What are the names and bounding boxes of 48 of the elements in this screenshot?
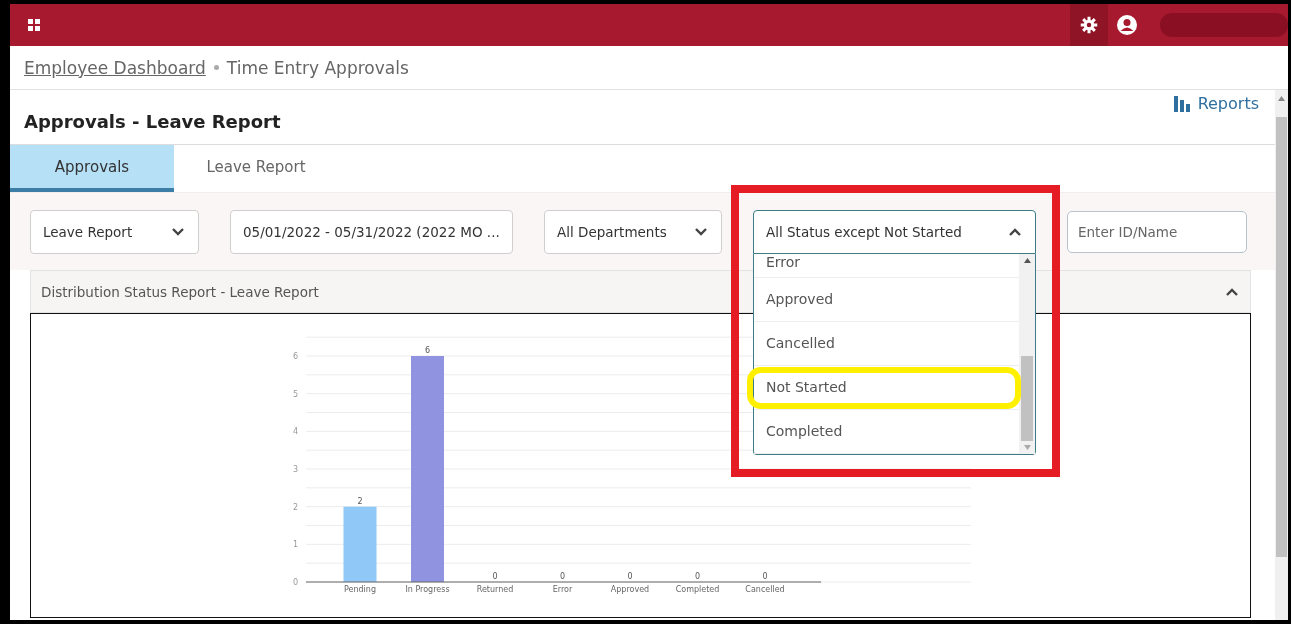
- bar-chart-icon: [1173, 95, 1192, 112]
- category-label: Error: [552, 585, 573, 594]
- data-label: 2: [357, 496, 363, 506]
- dropdown-select[interactable]: Leave Report: [30, 209, 199, 254]
- data-label: 0: [559, 572, 566, 581]
- breadcrumb-link[interactable]: Employee Dashboard: [24, 57, 206, 78]
- chevron-down-icon: [695, 227, 707, 236]
- breadcrumb-current: Time Entry Approvals: [226, 57, 409, 78]
- apps-grid-icon[interactable]: [28, 19, 40, 31]
- data-label: 0: [694, 572, 701, 581]
- dropdown-select[interactable]: All Departments: [544, 209, 722, 254]
- chevron-up-icon: [1009, 227, 1021, 236]
- axis-tick-label: 1: [292, 540, 298, 550]
- dropdown-option[interactable]: Error: [754, 253, 1019, 278]
- scroll-down-icon: [1023, 444, 1031, 450]
- scroll-up-icon: [1278, 96, 1285, 101]
- scroll-up-icon: [1023, 257, 1031, 263]
- scrollbar[interactable]: [1019, 253, 1035, 454]
- user-icon: [1116, 14, 1138, 36]
- breadcrumb-separator: [213, 65, 219, 70]
- collapse-icon: [1226, 287, 1238, 296]
- category-label: Approved: [610, 585, 650, 594]
- category-label: Returned: [476, 585, 514, 594]
- data-label: 6: [424, 346, 431, 355]
- category-label: In Progress: [405, 585, 450, 594]
- page-scrollbar[interactable]: [1275, 90, 1288, 620]
- dropdown-select[interactable]: All Status except Not Started: [753, 209, 1036, 254]
- data-label: 0: [627, 572, 633, 581]
- axis-tick-label: 6: [292, 352, 298, 361]
- axis-tick-label: 5: [292, 389, 298, 399]
- search-field[interactable]: Enter ID/Name: [1067, 210, 1247, 253]
- axis-tick-label: 2: [292, 502, 298, 512]
- settings-icon: [1080, 16, 1098, 34]
- axis-tick-label: 0: [292, 578, 298, 587]
- reports-link[interactable]: Reports: [1173, 94, 1259, 113]
- tab[interactable]: Approvals: [10, 145, 174, 192]
- settings-button[interactable]: [1070, 4, 1108, 46]
- axis-tick-label: 4: [292, 427, 298, 437]
- panel-title: Distribution Status Report - Leave Report: [41, 283, 319, 300]
- page-title: Approvals - Leave Report: [24, 110, 281, 132]
- category-label: Cancelled: [745, 585, 785, 594]
- chevron-down-icon: [172, 227, 184, 236]
- axis-tick-label: 3: [292, 465, 298, 474]
- data-label: 0: [492, 572, 498, 581]
- category-label: Completed: [675, 585, 720, 594]
- data-label: 0: [762, 572, 768, 581]
- category-label: Pending: [344, 585, 376, 594]
- dropdown-select[interactable]: 05/01/2022 - 05/31/2022 (2022 MO ...: [230, 209, 513, 254]
